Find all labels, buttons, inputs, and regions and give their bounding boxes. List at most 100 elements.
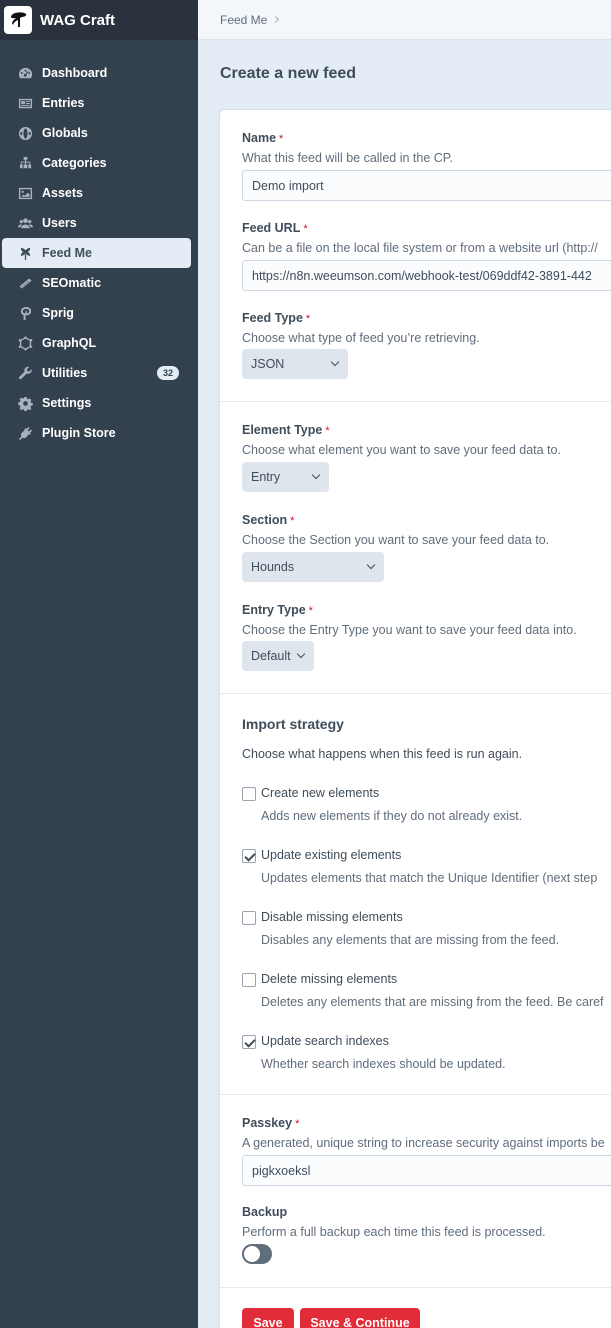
entry-type-select[interactable]: Default (242, 641, 314, 671)
passkey-instructions: A generated, unique string to increase s… (242, 1136, 605, 1150)
gauge-icon (16, 65, 34, 81)
import-strategy-heading: Import strategy (242, 716, 344, 732)
nav-label: Settings (42, 396, 92, 410)
checkbox-label: Update existing elements (261, 848, 402, 862)
checkbox-label: Delete missing elements (261, 972, 398, 986)
globe-icon (16, 125, 34, 141)
nav-item-graphql[interactable]: GraphQL (2, 328, 191, 358)
nav-item-seomatic[interactable]: SEOmatic (2, 268, 191, 298)
nav-item-entries[interactable]: Entries (2, 88, 191, 118)
nav-item-dashboard[interactable]: Dashboard (2, 58, 191, 88)
required-indicator: * (308, 605, 313, 617)
utilities-badge: 32 (156, 366, 179, 380)
passkey-label: Passkey (242, 1116, 293, 1130)
feedme-icon (16, 245, 34, 261)
checkbox[interactable] (242, 973, 256, 987)
nav-label: Utilities (42, 366, 88, 380)
breadcrumb-item-feed-me[interactable]: Feed Me (220, 13, 267, 27)
site-logo[interactable] (4, 6, 32, 34)
backup-toggle[interactable] (242, 1244, 272, 1264)
backup-instructions: Perform a full backup each time this fee… (242, 1225, 546, 1239)
checkbox-description: Adds new elements if they do not already… (261, 809, 523, 823)
users-icon (16, 215, 34, 231)
checkbox-description: Deletes any elements that are missing fr… (261, 995, 604, 1009)
nav-label: Plugin Store (42, 426, 116, 440)
nav-label: Sprig (42, 306, 74, 320)
image-icon (16, 185, 34, 201)
feed-url-input[interactable]: https://n8n.weeumson.com/webhook-test/06… (242, 260, 611, 291)
element-type-field-header: Element Type * Choose what element you wa… (242, 421, 561, 457)
required-indicator: * (290, 515, 295, 527)
newspaper-icon (16, 95, 34, 111)
section-select[interactable]: Hounds (242, 552, 384, 582)
seomatic-icon (16, 275, 34, 291)
nav-label: SEOmatic (42, 276, 102, 290)
nav-label: Dashboard (42, 66, 108, 80)
name-instructions: What this feed will be called in the CP. (242, 151, 453, 165)
nav-label: GraphQL (42, 336, 97, 350)
name-input[interactable]: Demo import (242, 170, 611, 201)
passkey-input[interactable]: pigkxoeksl (242, 1155, 611, 1186)
nav-item-sprig[interactable]: Sprig (2, 298, 191, 328)
main-nav: Dashboard Entries Globals Categories Ass… (0, 40, 198, 448)
element-type-label: Element Type (242, 423, 323, 437)
checkbox[interactable] (242, 1035, 256, 1049)
nav-label: Users (42, 216, 77, 230)
nav-item-assets[interactable]: Assets (2, 178, 191, 208)
feed-type-select[interactable]: JSON (242, 349, 348, 379)
nav-label: Entries (42, 96, 85, 110)
entry-type-instructions: Choose the Entry Type you want to save y… (242, 623, 577, 637)
passkey-field-header: Passkey * A generated, unique string to i… (242, 1114, 605, 1150)
site-name[interactable]: WAG Craft (40, 12, 115, 29)
chevron-down-icon (330, 357, 340, 367)
sitemap-icon (16, 155, 34, 171)
name-label: Name (242, 131, 277, 145)
feed-type-field-header: Feed Type * Choose what type of feed you’… (242, 309, 480, 345)
save-continue-button[interactable]: Save & Continue (300, 1308, 420, 1328)
checkbox[interactable] (242, 787, 256, 801)
nav-item-globals[interactable]: Globals (2, 118, 191, 148)
nav-item-plugin-store[interactable]: Plugin Store (2, 418, 191, 448)
checkbox-label: Create new elements (261, 786, 380, 800)
name-field-header: Name * What this feed will be called in t… (242, 129, 453, 165)
divider (220, 401, 611, 402)
divider (220, 1094, 611, 1095)
divider (220, 693, 611, 694)
checkbox-label: Update search indexes (261, 1034, 389, 1048)
feed-type-label: Feed Type (242, 311, 303, 325)
checkbox-description: Updates elements that match the Unique I… (261, 871, 598, 885)
checkbox[interactable] (242, 849, 256, 863)
feed-type-value: JSON (251, 357, 285, 371)
breadcrumb: Feed Me (198, 0, 611, 40)
nav-item-users[interactable]: Users (2, 208, 191, 238)
checkbox-description: Whether search indexes should be updated… (261, 1057, 506, 1071)
sprig-icon (16, 305, 34, 321)
chevron-down-icon (311, 470, 321, 480)
feed-form-card: Name * What this feed will be called in t… (220, 110, 611, 1328)
nav-label: Feed Me (42, 246, 93, 260)
element-type-select[interactable]: Entry (242, 462, 329, 492)
nav-item-categories[interactable]: Categories (2, 148, 191, 178)
feed-type-instructions: Choose what type of feed you’re retrievi… (242, 331, 480, 345)
section-label: Section (242, 513, 288, 527)
entry-type-field-header: Entry Type * Choose the Entry Type you wa… (242, 601, 577, 637)
required-indicator: * (279, 133, 284, 145)
feed-url-label: Feed URL (242, 221, 301, 235)
chevron-right-icon (272, 15, 280, 24)
element-type-instructions: Choose what element you want to save you… (242, 443, 561, 457)
nav-item-feed-me[interactable]: Feed Me (2, 238, 191, 268)
plug-icon (16, 425, 34, 441)
element-type-value: Entry (251, 470, 281, 484)
page-title: Create a new feed (220, 65, 357, 82)
nav-item-utilities[interactable]: Utilities 32 (2, 358, 191, 388)
nav-label: Assets (42, 186, 83, 200)
nav-item-settings[interactable]: Settings (2, 388, 191, 418)
nav-label: Globals (42, 126, 88, 140)
save-button[interactable]: Save (242, 1308, 294, 1328)
backup-field-header: Backup Perform a full backup each time t… (242, 1203, 546, 1239)
required-indicator: * (325, 425, 330, 437)
required-indicator: * (303, 223, 308, 235)
feed-url-instructions: Can be a file on the local file system o… (242, 241, 598, 255)
checkbox[interactable] (242, 911, 256, 925)
graphql-icon (16, 335, 34, 351)
